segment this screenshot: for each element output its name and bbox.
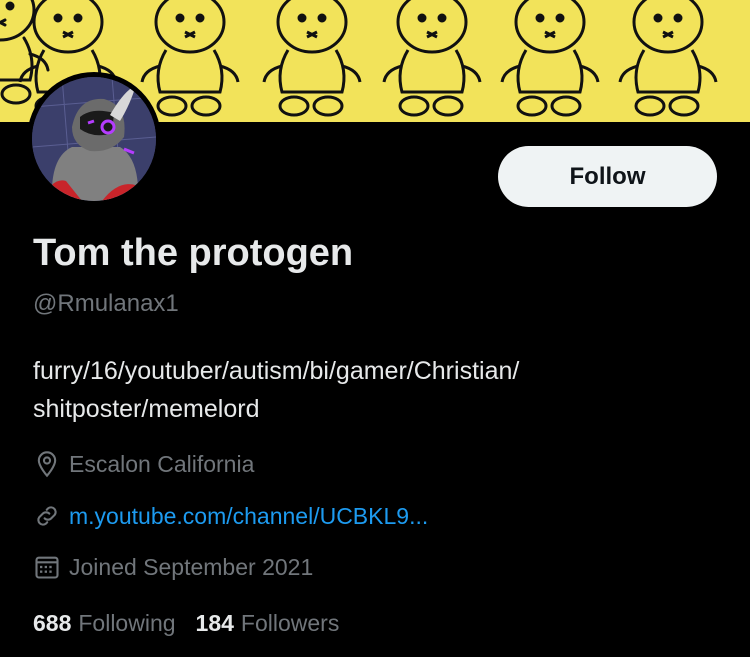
link-icon [37, 506, 57, 526]
calendar-icon [35, 556, 59, 579]
following-count: 688 [33, 610, 72, 636]
followers-count: 184 [195, 610, 234, 636]
location-text: Escalon California [69, 450, 255, 477]
avatar-image [32, 77, 156, 201]
following-link[interactable]: 688 Following [33, 610, 176, 637]
following-label: Following [78, 610, 176, 636]
bio-line: furry/16/youtuber/autism/bi/gamer/Christ… [33, 357, 520, 385]
location-pin-icon [37, 451, 57, 478]
follow-button[interactable]: Follow [498, 146, 717, 207]
user-handle: @Rmulanax1 [33, 290, 179, 317]
follow-stats: 688 Following 184 Followers [33, 610, 359, 637]
location-row: Escalon California [33, 450, 254, 478]
joined-row: Joined September 2021 [33, 553, 313, 581]
bio-line: shitposter/memelord [33, 395, 260, 423]
avatar[interactable] [27, 72, 161, 206]
profile-bio: furry/16/youtuber/autism/bi/gamer/Christ… [33, 352, 713, 428]
display-name: Tom the protogen [33, 232, 354, 274]
followers-link[interactable]: 184 Followers [196, 610, 340, 637]
joined-text: Joined September 2021 [69, 553, 314, 580]
website-row: m.youtube.com/channel/UCBKL9... [33, 502, 428, 530]
followers-label: Followers [240, 610, 340, 636]
website-link[interactable]: m.youtube.com/channel/UCBKL9... [69, 503, 428, 530]
